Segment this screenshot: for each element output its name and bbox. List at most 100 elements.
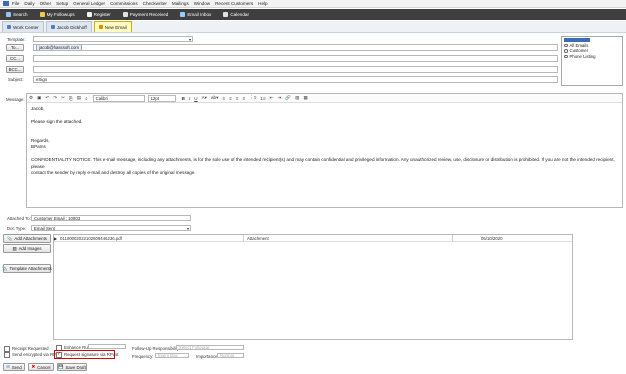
send-button[interactable]: ✉ Send xyxy=(3,363,25,371)
menu-item-commissions[interactable]: Commissions xyxy=(110,1,138,6)
menu-item-file[interactable]: File xyxy=(12,1,19,6)
folder-node-icon xyxy=(564,43,568,48)
follow-up-select[interactable]: Select Followup xyxy=(176,345,244,350)
cut-icon[interactable]: ✂ xyxy=(61,95,65,101)
link-icon[interactable]: 🔗 xyxy=(285,95,291,101)
tab-icon xyxy=(50,25,55,29)
attachment-file: 01100002022102609446236.pdf xyxy=(60,235,122,241)
importance-label: Importance: xyxy=(196,354,219,359)
cc-field[interactable] xyxy=(33,55,558,62)
bold-icon[interactable]: B xyxy=(182,96,185,101)
copy-format-icon[interactable]: ⚙ xyxy=(29,95,33,101)
text-color-icon[interactable]: A▾ xyxy=(202,95,207,101)
font-size-select[interactable]: 12pt xyxy=(147,94,176,102)
to-button[interactable]: To... xyxy=(6,44,24,51)
image-icon: ▨ xyxy=(12,245,17,251)
toolbar-search-button[interactable]: Search xyxy=(6,12,28,17)
numbering-icon[interactable]: 1≡ xyxy=(260,96,265,101)
bcc-field[interactable] xyxy=(33,66,558,73)
toolbar-email-inbox-button[interactable]: Email Inbox xyxy=(180,12,211,17)
save-draft-button[interactable]: 💾 Save Draft xyxy=(57,363,87,371)
to-field[interactable]: jacob@hasssoft.com xyxy=(33,44,558,51)
tab-icon xyxy=(98,25,103,29)
menu-item-mailings[interactable]: Mailings xyxy=(172,1,189,6)
align-left-icon[interactable]: ≡ xyxy=(222,96,225,101)
message-label: Message: xyxy=(6,97,25,102)
search-icon xyxy=(6,12,11,17)
payment-icon xyxy=(122,12,128,17)
doc-type-select[interactable]: Email Sent ▾ xyxy=(31,225,191,231)
indent-icon[interactable]: ⇥ xyxy=(278,95,282,101)
align-right-icon[interactable]: ≡ xyxy=(236,96,239,101)
paperclip-icon: 📎 xyxy=(2,265,8,271)
toolbar-my-followups-button[interactable]: My Followups xyxy=(39,12,75,17)
formatting-toolbar: ⚙ ▣ ↶ ↷ ✂ ⎘ ▤ ⌕ Calibri 12pt B I U A▾ ab… xyxy=(27,94,622,103)
template-attachments-button[interactable]: 📎 Template Attachments xyxy=(2,264,52,273)
toolbar-payment-received-button[interactable]: Payment Received xyxy=(122,12,168,17)
app-icon[interactable] xyxy=(3,1,9,6)
undo-icon[interactable]: ↶ xyxy=(45,95,49,101)
follow-up-label: Follow-Up Responsibility: xyxy=(132,346,181,351)
tree-item[interactable]: Phone Listing xyxy=(564,54,620,59)
enhance-rules-field[interactable] xyxy=(88,344,126,349)
menu-item-other[interactable]: Other xyxy=(40,1,52,6)
message-body[interactable]: Jacob, Please sign the attached. Regards, B… xyxy=(27,103,622,179)
cancel-button[interactable]: ✖ Cancel xyxy=(28,363,54,371)
toolbar-calendar-button[interactable]: Calendar xyxy=(223,12,249,17)
calendar-icon xyxy=(223,12,229,17)
register-icon xyxy=(86,12,92,17)
bullets-icon[interactable]: ⋮≡ xyxy=(249,95,256,101)
list-item[interactable]: ▶ 01100002022102609446236.pdf Attachment… xyxy=(54,235,572,242)
menu-item-window[interactable]: Window xyxy=(194,1,210,6)
italic-icon[interactable]: I xyxy=(189,96,190,101)
cc-button[interactable]: CC... xyxy=(6,55,24,62)
subject-label: Subject: xyxy=(8,77,24,82)
attachment-list[interactable]: ▶ 01100002022102609446236.pdf Attachment… xyxy=(53,234,573,340)
tab-work-center[interactable]: Work Center xyxy=(2,21,44,32)
bcc-button[interactable]: BCC... xyxy=(6,66,24,73)
followups-icon xyxy=(39,12,45,17)
frequency-select[interactable]: Every Day xyxy=(155,353,189,358)
font-select[interactable]: Calibri xyxy=(92,94,145,102)
subject-field[interactable]: eSign xyxy=(33,76,558,83)
menu-item-setup[interactable]: Setup xyxy=(56,1,68,6)
clipboard-icon[interactable]: ▤ xyxy=(77,95,81,101)
doc-type-label: Doc Type: xyxy=(7,226,27,231)
tab-jacob-dickhoff[interactable]: Jacob Dickhoff xyxy=(45,21,92,32)
add-attachments-button[interactable]: 📎 Add Attachments xyxy=(3,234,51,243)
redo-icon[interactable]: ↷ xyxy=(53,95,57,101)
highlight-icon[interactable]: ab▾ xyxy=(211,95,218,101)
underline-icon[interactable]: U xyxy=(194,96,197,101)
menu-item-daily[interactable]: Daily xyxy=(24,1,34,6)
message-editor[interactable]: ⚙ ▣ ↶ ↷ ✂ ⎘ ▤ ⌕ Calibri 12pt B I U A▾ ab… xyxy=(26,93,623,208)
send-encrypted-checkbox[interactable] xyxy=(4,352,10,358)
menu-item-checkwriter[interactable]: Checkwriter xyxy=(143,1,167,6)
toolbar: Search My Followups Register Payment Receiv… xyxy=(0,9,626,20)
save-icon: 💾 xyxy=(58,364,64,369)
menu-item-recent-customers[interactable]: Recent Customers xyxy=(215,1,253,6)
importance-select[interactable]: Normal xyxy=(217,353,244,358)
toolbar-register-button[interactable]: Register xyxy=(86,12,111,17)
tab-new-email[interactable]: New Email xyxy=(93,21,132,32)
paste-icon[interactable]: ▣ xyxy=(37,95,41,101)
attached-to-field[interactable]: Customer Email : 10003 xyxy=(31,215,191,221)
image-icon[interactable]: ▨ xyxy=(295,95,299,101)
request-signature-checkbox[interactable] xyxy=(56,351,62,358)
send-icon: ✉ xyxy=(6,364,10,369)
outdent-icon[interactable]: ⇤ xyxy=(270,95,274,101)
frequency-label: Frequency: xyxy=(132,354,154,359)
menu-item-help[interactable]: Help xyxy=(258,1,267,6)
add-images-button[interactable]: ▨ Add Images xyxy=(3,244,51,253)
find-icon[interactable]: ⌕ xyxy=(85,96,88,101)
justify-icon[interactable]: ≡ xyxy=(242,96,245,101)
menu-item-general-ledger[interactable]: General Ledger xyxy=(73,1,105,6)
template-select[interactable]: ▾ xyxy=(33,36,193,42)
recipient-chip[interactable]: jacob@hasssoft.com xyxy=(36,45,82,50)
attachment-type: Attachment xyxy=(247,235,269,241)
align-center-icon[interactable]: ≡ xyxy=(229,96,232,101)
copy-icon[interactable]: ⎘ xyxy=(69,96,73,101)
tree-root[interactable] xyxy=(564,38,590,42)
request-signature-option[interactable]: Request signature via RPost xyxy=(56,351,118,358)
table-icon[interactable]: ▦ xyxy=(303,95,307,101)
menu-bar: File Daily Other Setup General Ledger Commiss… xyxy=(0,0,626,8)
